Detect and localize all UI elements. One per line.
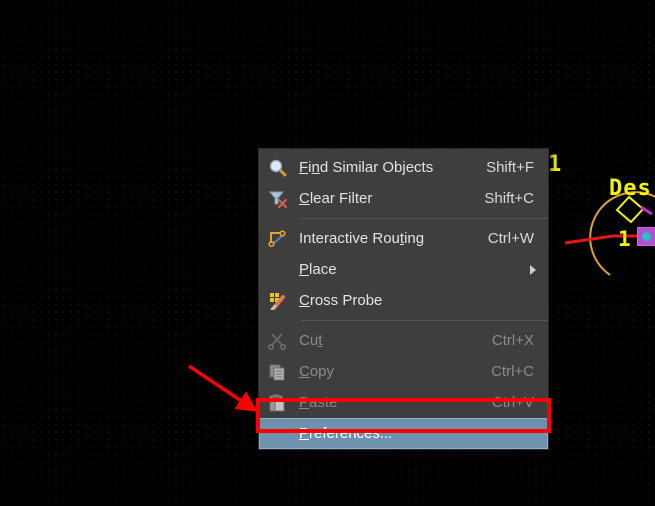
place-icon-placeholder: [259, 254, 299, 285]
copy-icon: [259, 356, 299, 387]
preferences-icon-placeholder: [259, 418, 299, 449]
menu-item-preferences[interactable]: Preferences...: [259, 418, 548, 449]
pcb-context-menu[interactable]: Find Similar Objects Shift+F Clear Filte…: [258, 148, 549, 450]
interactive-routing-icon: [259, 223, 299, 254]
magnifier-icon: [259, 152, 299, 183]
menu-item-label: Find Similar Objects: [299, 159, 434, 176]
menu-item-label: Place: [299, 261, 337, 278]
menu-item-interactive-routing[interactable]: Interactive Routing Ctrl+W: [259, 223, 548, 254]
cross-probe-icon: [259, 285, 299, 316]
menu-item-accel: Ctrl+X: [491, 332, 534, 349]
menu-item-label: Cross Probe: [299, 292, 383, 309]
menu-item-accel: Ctrl+W: [487, 230, 534, 247]
menu-item-label: Copy: [299, 363, 335, 380]
menu-item-label: Paste: [299, 394, 338, 411]
paste-icon: [259, 387, 299, 418]
menu-item-label: Clear Filter: [299, 190, 373, 207]
menu-item-clear-filter[interactable]: Clear Filter Shift+C: [259, 183, 548, 214]
chevron-right-icon: [530, 264, 536, 275]
menu-item-find-similar-objects[interactable]: Find Similar Objects Shift+F: [259, 152, 548, 183]
menu-item-label: Cut: [299, 332, 323, 349]
menu-item-label: Preferences...: [299, 425, 393, 442]
menu-separator-2: [301, 320, 548, 321]
menu-item-place[interactable]: Place: [259, 254, 548, 285]
menu-item-accel: Ctrl+C: [491, 363, 534, 380]
scissors-icon: [259, 325, 299, 356]
menu-item-accel: Ctrl+V: [491, 394, 534, 411]
menu-item-paste: Paste Ctrl+V: [259, 387, 548, 418]
menu-item-cut: Cut Ctrl+X: [259, 325, 548, 356]
menu-item-accel: Shift+C: [484, 190, 534, 207]
menu-item-accel: Shift+F: [486, 159, 534, 176]
menu-separator-1: [301, 218, 548, 219]
menu-item-copy: Copy Ctrl+C: [259, 356, 548, 387]
menu-item-cross-probe[interactable]: Cross Probe: [259, 285, 548, 316]
filter-clear-icon: [259, 183, 299, 214]
menu-item-label: Interactive Routing: [299, 230, 425, 247]
